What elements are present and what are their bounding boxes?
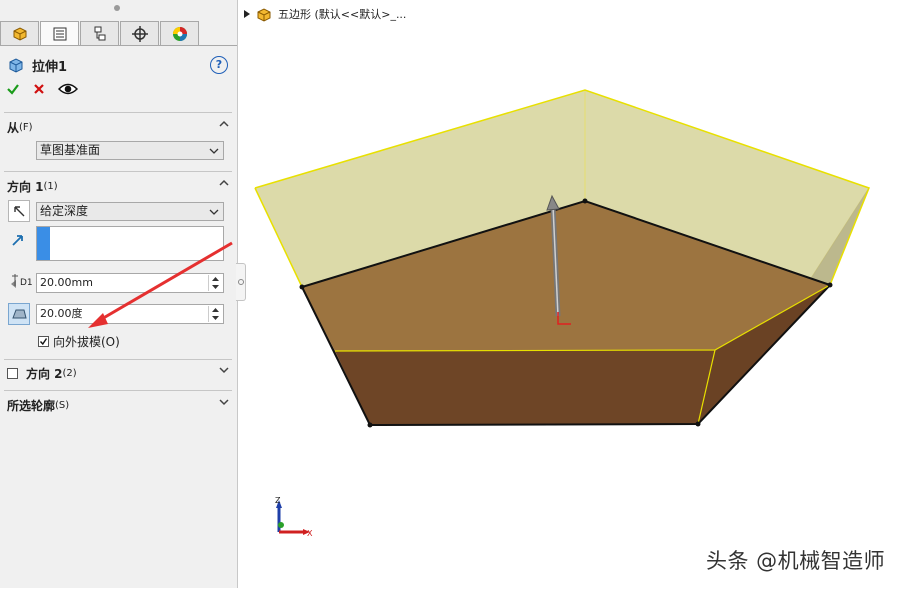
- depth-value: 20.00mm: [40, 276, 93, 289]
- chevron-down-icon[interactable]: [218, 396, 230, 408]
- manager-tabs: [0, 21, 200, 46]
- section-direction1-hotkey: (1): [43, 180, 58, 192]
- tab-divider: [0, 45, 237, 46]
- display-manager-icon: [172, 26, 187, 41]
- property-manager-icon: [53, 27, 66, 40]
- depth-icon-label: D1: [20, 278, 33, 288]
- end-condition-value: 给定深度: [40, 204, 89, 218]
- watermark: 头条 @机械智造师: [706, 549, 886, 573]
- end-condition-select[interactable]: 给定深度: [36, 202, 224, 221]
- from-select-value: 草图基准面: [40, 143, 101, 157]
- chevron-down-icon: [209, 209, 219, 215]
- direction-vector-icon: [12, 235, 23, 246]
- panel-grip[interactable]: [114, 5, 120, 11]
- chevron-up-icon[interactable]: [218, 118, 230, 130]
- depth-input[interactable]: 20.00mm: [36, 273, 224, 293]
- draft-outward-checkbox[interactable]: [38, 336, 49, 347]
- depth-icon: D1: [8, 272, 33, 292]
- direction2-checkbox[interactable]: [7, 367, 18, 379]
- draft-outward-row: 向外拔模(O): [38, 333, 120, 350]
- help-icon[interactable]: ?: [210, 56, 228, 74]
- section-from-label: 从: [7, 120, 20, 135]
- tab-feature-manager[interactable]: [0, 21, 39, 45]
- graphics-viewport[interactable]: Z X: [238, 0, 913, 588]
- tab-display-manager[interactable]: [160, 21, 199, 45]
- front-face: [335, 350, 715, 425]
- draft-angle-input[interactable]: 20.00度: [36, 304, 224, 324]
- feature-tree-breadcrumb[interactable]: 五边形 (默认<<默认>_...: [244, 6, 406, 22]
- section-divider: [4, 390, 232, 391]
- section-divider: [4, 171, 232, 172]
- section-direction1-label: 方向 1: [7, 179, 44, 194]
- tab-dimxpert-manager[interactable]: [120, 21, 159, 45]
- section-direction2-hotkey: (2): [62, 367, 77, 379]
- depth-spinner[interactable]: [208, 275, 222, 291]
- section-direction2-label: 方向 2: [26, 366, 63, 381]
- model-view: Z X: [254, 89, 870, 538]
- reverse-direction-icon: [14, 206, 25, 217]
- draft-outward-label: 向外拔模(O): [53, 335, 120, 349]
- section-direction1-header[interactable]: 方向 1 (1): [7, 177, 232, 195]
- draft-angle-spinner[interactable]: [208, 306, 222, 322]
- chevron-up-icon[interactable]: [218, 177, 230, 189]
- dimxpert-icon: [131, 25, 148, 42]
- axis-triad: Z X: [275, 496, 313, 538]
- tab-configuration-manager[interactable]: [80, 21, 119, 45]
- selection-box-accent: [37, 227, 50, 260]
- from-select[interactable]: 草图基准面: [36, 141, 224, 160]
- chevron-down-icon: [209, 148, 219, 154]
- axis-z-label: Z: [275, 496, 281, 505]
- feature-manager-icon: [13, 26, 26, 41]
- section-contours-header[interactable]: 所选轮廓 (S): [7, 396, 232, 414]
- draft-icon: [12, 309, 27, 319]
- section-from-hotkey: (F): [19, 121, 33, 133]
- part-name: 五边形 (默认<<默认>_...: [278, 8, 407, 21]
- cancel-x-icon[interactable]: [32, 82, 46, 96]
- reverse-direction-button[interactable]: [8, 200, 30, 222]
- section-direction2-header[interactable]: 方向 2 (2): [7, 364, 232, 382]
- preview-eye-icon[interactable]: [58, 82, 78, 96]
- feature-title: 拉伸1: [32, 59, 68, 75]
- axis-x-label: X: [307, 529, 313, 538]
- section-contours-hotkey: (S): [55, 399, 70, 411]
- part-icon: [257, 8, 271, 22]
- configuration-manager-icon: [94, 26, 105, 40]
- property-manager-panel: 拉伸1 ? 从 (F) 草图基准面 方向 1 (1) 给定深度 D1 20.00mm: [0, 0, 238, 588]
- extrude-icon: [9, 58, 23, 73]
- direction-vector-selection-box[interactable]: [36, 226, 224, 261]
- action-buttons: [6, 82, 78, 96]
- section-contours-label: 所选轮廓: [7, 398, 56, 413]
- chevron-down-icon[interactable]: [218, 364, 230, 376]
- feature-title-row: 拉伸1 ?: [8, 55, 228, 75]
- draft-toggle-button[interactable]: [8, 303, 30, 325]
- section-divider: [4, 359, 232, 360]
- ok-check-icon[interactable]: [6, 82, 20, 96]
- section-from-header[interactable]: 从 (F): [7, 118, 232, 136]
- tree-expand-icon[interactable]: [244, 10, 250, 18]
- section-divider: [4, 112, 232, 113]
- tab-property-manager[interactable]: [40, 21, 79, 45]
- draft-angle-value: 20.00度: [40, 307, 83, 320]
